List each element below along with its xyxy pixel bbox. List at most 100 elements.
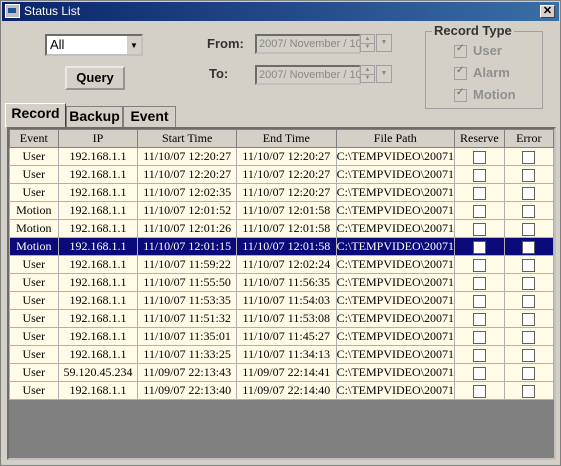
cell-error bbox=[503, 309, 554, 328]
record-type-motion[interactable]: Motion bbox=[454, 87, 516, 103]
tab-backup[interactable]: Backup bbox=[66, 106, 123, 127]
reserve-checkbox[interactable] bbox=[472, 168, 486, 182]
cell-end-time: 11/09/07 22:14:40 bbox=[235, 381, 337, 400]
cell-file-path: C:\TEMPVIDEO\20071 bbox=[335, 255, 455, 274]
reserve-checkbox[interactable] bbox=[472, 384, 486, 398]
window-title: Status List bbox=[24, 4, 81, 18]
error-checkbox[interactable] bbox=[522, 330, 536, 344]
error-checkbox[interactable] bbox=[522, 204, 536, 218]
table-row[interactable]: Motion 192.168.1.1 11/10/07 12:01:26 11/10/… bbox=[9, 219, 554, 238]
error-checkbox[interactable] bbox=[522, 348, 536, 362]
cell-event: Motion bbox=[9, 237, 59, 256]
col-header-file-path[interactable]: File Path bbox=[335, 129, 455, 148]
error-checkbox[interactable] bbox=[522, 366, 536, 380]
error-checkbox[interactable] bbox=[522, 150, 536, 164]
cell-file-path: C:\TEMPVIDEO\20071 bbox=[335, 183, 455, 202]
table-row[interactable]: User 192.168.1.1 11/09/07 22:13:40 11/09/07… bbox=[9, 381, 554, 400]
cell-file-path: C:\TEMPVIDEO\20071 bbox=[335, 237, 455, 256]
reserve-checkbox[interactable] bbox=[472, 294, 486, 308]
cell-file-path: C:\TEMPVIDEO\20071 bbox=[335, 219, 455, 238]
table-row[interactable]: User 192.168.1.1 11/10/07 11:59:22 11/10/07… bbox=[9, 255, 554, 274]
record-type-user[interactable]: User bbox=[454, 43, 502, 59]
reserve-checkbox[interactable] bbox=[472, 240, 486, 254]
reserve-checkbox[interactable] bbox=[472, 186, 486, 200]
cell-start-time: 11/10/07 11:35:01 bbox=[137, 327, 237, 346]
cell-error bbox=[503, 183, 554, 202]
table-row[interactable]: User 192.168.1.1 11/10/07 12:20:27 11/10/07… bbox=[9, 165, 554, 184]
table-row[interactable]: User 192.168.1.1 11/10/07 12:02:35 11/10/07… bbox=[9, 183, 554, 202]
record-type-alarm-label: Alarm bbox=[473, 65, 510, 80]
error-checkbox[interactable] bbox=[522, 240, 536, 254]
reserve-checkbox[interactable] bbox=[472, 348, 486, 362]
col-header-reserve[interactable]: Reserve bbox=[453, 129, 505, 148]
cell-end-time: 11/10/07 12:01:58 bbox=[235, 219, 337, 238]
tab-event[interactable]: Event bbox=[123, 106, 176, 127]
cell-start-time: 11/10/07 11:33:25 bbox=[137, 345, 237, 364]
checkbox-user[interactable] bbox=[454, 43, 467, 59]
col-header-event[interactable]: Event bbox=[9, 129, 59, 148]
table-row[interactable]: User 192.168.1.1 11/10/07 11:53:35 11/10/07… bbox=[9, 291, 554, 310]
table-row[interactable]: User 192.168.1.1 11/10/07 11:51:32 11/10/07… bbox=[9, 309, 554, 328]
cell-reserve bbox=[453, 147, 505, 166]
table-row[interactable]: Motion 192.168.1.1 11/10/07 12:01:15 11/10/… bbox=[9, 237, 554, 256]
cell-start-time: 11/10/07 12:20:27 bbox=[137, 165, 237, 184]
cell-event: User bbox=[9, 327, 59, 346]
cell-event: User bbox=[9, 273, 59, 292]
reserve-checkbox[interactable] bbox=[472, 330, 486, 344]
col-header-ip[interactable]: IP bbox=[57, 129, 139, 148]
record-table-container[interactable]: Event IP Start Time End Time File Path R… bbox=[7, 127, 556, 460]
error-checkbox[interactable] bbox=[522, 168, 536, 182]
error-checkbox[interactable] bbox=[522, 222, 536, 236]
table-row[interactable]: Motion 192.168.1.1 11/10/07 12:01:52 11/10/… bbox=[9, 201, 554, 220]
checkbox-alarm[interactable] bbox=[454, 65, 467, 81]
query-button[interactable]: Query bbox=[65, 66, 125, 90]
checkbox-motion[interactable] bbox=[454, 87, 467, 103]
col-header-error[interactable]: Error bbox=[503, 129, 554, 148]
cell-error bbox=[503, 201, 554, 220]
table-row[interactable]: User 192.168.1.1 11/10/07 11:35:01 11/10/07… bbox=[9, 327, 554, 346]
tab-record[interactable]: Record bbox=[5, 103, 66, 127]
cell-end-time: 11/10/07 11:34:13 bbox=[235, 345, 337, 364]
col-header-start-time[interactable]: Start Time bbox=[137, 129, 237, 148]
table-header-row: Event IP Start Time End Time File Path R… bbox=[9, 129, 554, 148]
table-row[interactable]: User 59.120.45.234 11/09/07 22:13:43 11/09/… bbox=[9, 363, 554, 382]
reserve-checkbox[interactable] bbox=[472, 366, 486, 380]
spin-down-icon[interactable]: ▼ bbox=[361, 43, 374, 51]
error-checkbox[interactable] bbox=[522, 276, 536, 290]
spin-down-icon[interactable]: ▼ bbox=[361, 74, 374, 82]
error-checkbox[interactable] bbox=[522, 384, 536, 398]
error-checkbox[interactable] bbox=[522, 294, 536, 308]
cell-event: User bbox=[9, 291, 59, 310]
status-list-window: Status List ✕ All ▼ Query From: 2007/ No… bbox=[0, 0, 561, 466]
reserve-checkbox[interactable] bbox=[472, 312, 486, 326]
reserve-checkbox[interactable] bbox=[472, 276, 486, 290]
reserve-checkbox[interactable] bbox=[472, 222, 486, 236]
chevron-down-icon[interactable]: ▼ bbox=[126, 36, 141, 54]
error-checkbox[interactable] bbox=[522, 186, 536, 200]
event-filter-select[interactable]: All ▼ bbox=[45, 34, 143, 56]
error-checkbox[interactable] bbox=[522, 312, 536, 326]
table-row[interactable]: User 192.168.1.1 11/10/07 11:33:25 11/10/07… bbox=[9, 345, 554, 364]
title-bar[interactable]: Status List ✕ bbox=[2, 2, 559, 21]
col-header-end-time[interactable]: End Time bbox=[235, 129, 337, 148]
cell-file-path: C:\TEMPVIDEO\20071 bbox=[335, 273, 455, 292]
record-type-alarm[interactable]: Alarm bbox=[454, 65, 510, 81]
table-row[interactable]: User 192.168.1.1 11/10/07 11:55:50 11/10/07… bbox=[9, 273, 554, 292]
reserve-checkbox[interactable] bbox=[472, 150, 486, 164]
from-date-field[interactable]: 2007/ November / 10 bbox=[255, 34, 362, 54]
reserve-checkbox[interactable] bbox=[472, 204, 486, 218]
table-row[interactable]: User 192.168.1.1 11/10/07 12:20:27 11/10/07… bbox=[9, 147, 554, 166]
error-checkbox[interactable] bbox=[522, 258, 536, 272]
reserve-checkbox[interactable] bbox=[472, 258, 486, 272]
from-calendar-dropdown[interactable]: ▼ bbox=[376, 34, 392, 52]
from-date-spinner[interactable]: ▲ ▼ bbox=[360, 34, 375, 52]
cell-file-path: C:\TEMPVIDEO\20071 bbox=[335, 201, 455, 220]
to-calendar-dropdown[interactable]: ▼ bbox=[376, 65, 392, 83]
cell-end-time: 11/10/07 11:45:27 bbox=[235, 327, 337, 346]
cell-reserve bbox=[453, 345, 505, 364]
to-date-field[interactable]: 2007/ November / 10 bbox=[255, 65, 362, 85]
close-button[interactable]: ✕ bbox=[540, 5, 555, 18]
cell-error bbox=[503, 345, 554, 364]
to-label: To: bbox=[209, 66, 229, 81]
to-date-spinner[interactable]: ▲ ▼ bbox=[360, 65, 375, 83]
